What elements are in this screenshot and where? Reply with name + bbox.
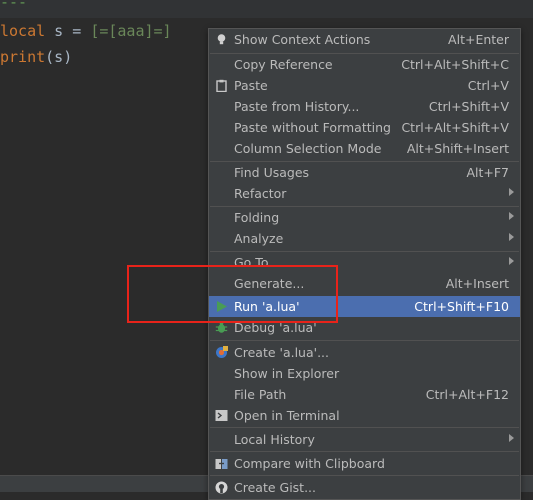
menu-item-label: Create Gist...: [234, 480, 317, 495]
menu-item-shortcut: Alt+F7: [466, 165, 509, 180]
menu-separator: [210, 340, 519, 341]
menu-item-shortcut: Ctrl+Shift+F10: [414, 299, 509, 314]
menu-item-shortcut: Ctrl+Alt+Shift+C: [401, 57, 509, 72]
menu-item-label: Paste without Formatting: [234, 120, 391, 135]
menu-item-column-selection-mode[interactable]: Column Selection Mode Alt+Shift+Insert: [209, 138, 520, 159]
menu-item-show-context-actions[interactable]: Show Context Actions Alt+Enter: [209, 29, 520, 50]
context-menu: Show Context Actions Alt+Enter Copy Refe…: [208, 28, 521, 500]
menu-item-label: File Path: [234, 387, 287, 402]
menu-item-create-config[interactable]: Create 'a.lua'...: [209, 342, 520, 363]
menu-item-copy-reference[interactable]: Copy Reference Ctrl+Alt+Shift+C: [209, 54, 520, 75]
submenu-arrow-icon: [509, 257, 514, 265]
menu-item-shortcut: Ctrl+V: [467, 78, 509, 93]
terminal-icon: [215, 409, 228, 422]
code-line-1[interactable]: local s = [=[aaa]=]: [0, 22, 172, 40]
menu-item-folding[interactable]: Folding: [209, 207, 520, 228]
editor-top-line: ---: [0, 0, 533, 18]
code-line-2[interactable]: print(s): [0, 48, 72, 66]
menu-item-shortcut: Alt+Shift+Insert: [406, 141, 509, 156]
menu-item-paste-without-formatting[interactable]: Paste without Formatting Ctrl+Alt+Shift+…: [209, 117, 520, 138]
menu-item-label: Show Context Actions: [234, 32, 371, 47]
menu-item-label: Copy Reference: [234, 57, 333, 72]
menu-item-label: Paste from History...: [234, 99, 360, 114]
menu-item-label: Find Usages: [234, 165, 310, 180]
menu-item-analyze[interactable]: Analyze: [209, 228, 520, 249]
submenu-arrow-icon: [509, 188, 514, 196]
menu-item-shortcut: Alt+Insert: [445, 276, 509, 291]
menu-item-label: Column Selection Mode: [234, 141, 382, 156]
menu-separator: [210, 475, 519, 476]
menu-item-label: Show in Explorer: [234, 366, 340, 381]
menu-item-shortcut: Ctrl+Alt+Shift+V: [401, 120, 509, 135]
menu-item-paste-from-history[interactable]: Paste from History... Ctrl+Shift+V: [209, 96, 520, 117]
menu-item-open-in-terminal[interactable]: Open in Terminal: [209, 405, 520, 426]
menu-item-label: Folding: [234, 210, 280, 225]
string-literal: [=[aaa]=]: [90, 22, 172, 40]
highlight-annotation-box: [127, 265, 338, 323]
lightbulb-icon: [215, 33, 228, 46]
compare-icon: [215, 457, 228, 470]
menu-item-label: Analyze: [234, 231, 284, 246]
menu-item-compare-with-clipboard[interactable]: Compare with Clipboard: [209, 453, 520, 474]
menu-item-shortcut: Alt+Enter: [448, 32, 509, 47]
menu-item-shortcut: Ctrl+Shift+V: [428, 99, 509, 114]
menu-item-shortcut: Ctrl+Alt+F12: [425, 387, 509, 402]
menu-item-paste[interactable]: Paste Ctrl+V: [209, 75, 520, 96]
menu-item-refactor[interactable]: Refactor: [209, 183, 520, 204]
comment-dashes: ---: [0, 0, 28, 11]
menu-item-label: Local History: [234, 432, 315, 447]
menu-item-find-usages[interactable]: Find Usages Alt+F7: [209, 162, 520, 183]
submenu-arrow-icon: [509, 233, 514, 241]
create-config-icon: [215, 346, 228, 359]
menu-item-label: Compare with Clipboard: [234, 456, 385, 471]
menu-item-label: Create 'a.lua'...: [234, 345, 329, 360]
menu-separator: [210, 451, 519, 452]
code-text: (s): [45, 48, 73, 66]
clipboard-icon: [215, 79, 228, 93]
menu-item-local-history[interactable]: Local History: [209, 429, 520, 450]
function-print: print: [0, 48, 46, 66]
code-text: s =: [45, 22, 91, 40]
menu-item-label: Refactor: [234, 186, 287, 201]
keyword-local: local: [0, 22, 46, 40]
github-icon: [215, 481, 228, 494]
submenu-arrow-icon: [509, 434, 514, 442]
menu-separator: [210, 427, 519, 428]
menu-item-show-in-explorer[interactable]: Show in Explorer: [209, 363, 520, 384]
menu-item-label: Paste: [234, 78, 268, 93]
menu-item-file-path[interactable]: File Path Ctrl+Alt+F12: [209, 384, 520, 405]
submenu-arrow-icon: [509, 212, 514, 220]
menu-item-label: Open in Terminal: [234, 408, 340, 423]
menu-item-create-gist[interactable]: Create Gist...: [209, 477, 520, 498]
